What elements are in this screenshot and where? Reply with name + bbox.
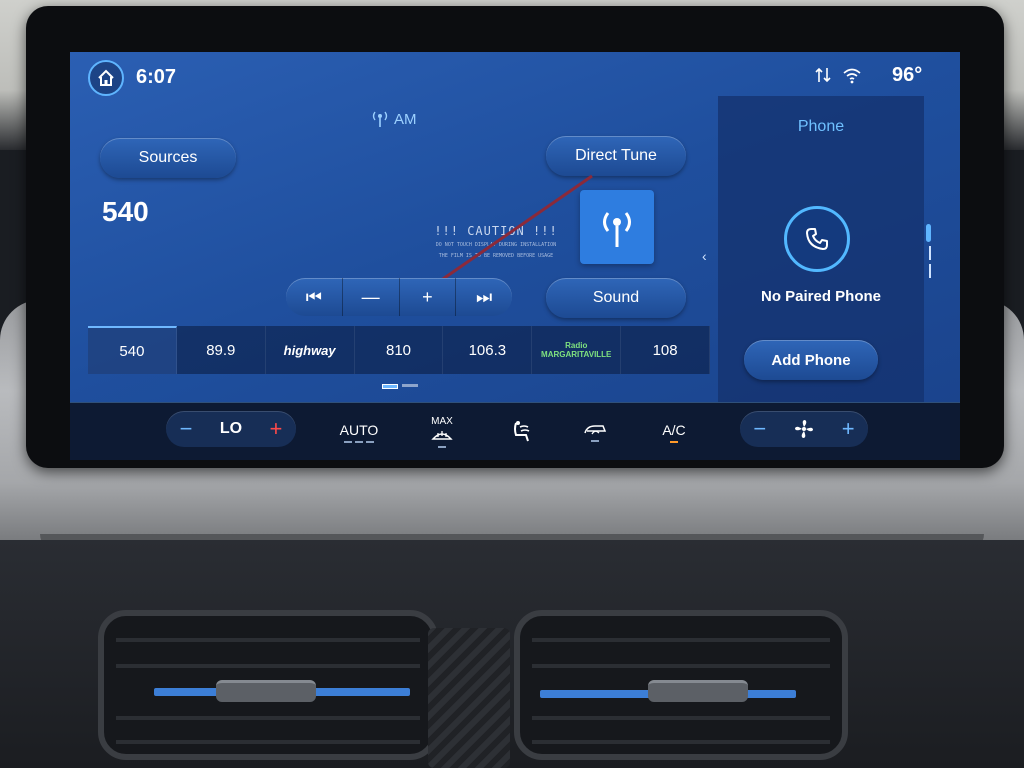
- front-defrost-icon: [431, 431, 453, 440]
- broadcast-icon: [603, 212, 631, 247]
- phone-panel: Phone No Paired Phone Add Phone: [718, 96, 924, 402]
- data-transfer-icon: [815, 67, 831, 83]
- seat-airflow-button[interactable]: [496, 403, 546, 460]
- current-frequency: 540: [102, 196, 149, 227]
- driver-temp-control: − LO +: [166, 411, 296, 447]
- preset-2[interactable]: 89.9: [177, 326, 266, 374]
- fan-speed-control: − +: [740, 411, 868, 447]
- seek-forward-button[interactable]: ⏭: [456, 278, 512, 316]
- preset-3-logo[interactable]: highway: [266, 326, 355, 374]
- recirculation-icon: [584, 424, 607, 434]
- driver-temp-down-button[interactable]: −: [180, 416, 193, 442]
- add-phone-button[interactable]: Add Phone: [744, 340, 878, 380]
- sound-button[interactable]: Sound: [546, 278, 686, 318]
- outside-temperature: 96°: [892, 64, 923, 86]
- minus-icon: —: [361, 286, 380, 307]
- radio-station-art[interactable]: [580, 190, 654, 264]
- clock: 6:07: [136, 66, 177, 88]
- left-air-vent: [98, 610, 438, 760]
- preset-1[interactable]: 540: [88, 326, 177, 374]
- preset-6-logo[interactable]: Radio MARGARITAVILLE: [532, 326, 622, 374]
- band-indicator: AM: [372, 110, 417, 128]
- driver-temp-value: LO: [219, 420, 243, 437]
- infotainment-screen: 6:07 96° AM Sources Direct Tune 540 !!! …: [70, 52, 960, 460]
- home-icon: [98, 69, 114, 86]
- fan-icon: [794, 420, 813, 438]
- auto-climate-button[interactable]: AUTO: [336, 403, 382, 460]
- preset-4[interactable]: 810: [355, 326, 444, 374]
- ac-label: A/C: [662, 421, 686, 438]
- max-defrost-button[interactable]: MAX: [422, 403, 462, 460]
- driver-temp-up-button[interactable]: +: [269, 416, 282, 442]
- seek-back-button[interactable]: ⏮: [286, 278, 343, 316]
- tune-up-button[interactable]: +: [400, 278, 457, 316]
- phone-call-button[interactable]: [784, 206, 850, 272]
- antenna-icon: [372, 111, 388, 127]
- status-icons: [814, 66, 862, 84]
- seek-back-icon: ⏮: [305, 286, 322, 307]
- max-label: MAX: [431, 416, 453, 427]
- auto-label: AUTO: [339, 421, 379, 438]
- sources-button[interactable]: Sources: [100, 138, 236, 178]
- center-vent-grille: [428, 628, 510, 768]
- band-label: AM: [394, 110, 417, 128]
- seat-airflow-icon: [514, 421, 530, 442]
- climate-bar: − LO + AUTO MAX A/C − +: [70, 402, 960, 460]
- plus-icon: +: [422, 286, 433, 307]
- right-vent-knob[interactable]: [648, 680, 748, 702]
- phone-status: No Paired Phone: [760, 288, 882, 305]
- right-air-vent: [514, 610, 848, 760]
- home-button[interactable]: [88, 60, 124, 96]
- collapse-panel-arrow-icon[interactable]: ‹: [702, 248, 707, 264]
- left-vent-knob[interactable]: [216, 680, 316, 702]
- phone-icon: [806, 228, 828, 250]
- tuner-controls: ⏮ — + ⏭: [286, 278, 512, 316]
- phone-panel-title: Phone: [797, 118, 845, 135]
- preset-bar: 540 89.9 highway 810 106.3 Radio MARGARI…: [88, 326, 711, 374]
- tune-down-button[interactable]: —: [343, 278, 400, 316]
- recirculation-button[interactable]: [578, 403, 612, 460]
- ac-button[interactable]: A/C: [656, 403, 692, 460]
- preset-5[interactable]: 106.3: [443, 326, 533, 374]
- seek-forward-icon: ⏭: [476, 286, 493, 307]
- preset-page-indicator: [382, 384, 418, 389]
- preset-7[interactable]: 108: [621, 326, 711, 374]
- wifi-icon: [843, 68, 861, 84]
- fan-down-button[interactable]: −: [753, 416, 766, 442]
- panel-scroll-indicator[interactable]: [926, 224, 934, 284]
- fan-up-button[interactable]: +: [842, 416, 855, 442]
